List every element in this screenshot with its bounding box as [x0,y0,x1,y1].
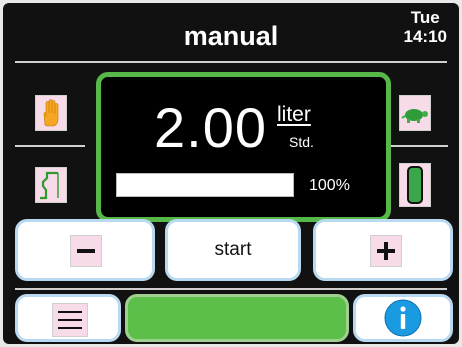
menu-icon [58,311,82,329]
ramp-profile-icon [40,171,59,200]
plus-icon [377,242,395,260]
progress-bar [116,173,294,197]
progress-label: 100% [309,177,350,194]
hand-icon [43,99,59,127]
minus-icon [77,249,95,253]
day-label: Tue [410,8,440,27]
mode-title: manual [183,21,279,51]
start-label: start [214,239,252,260]
profile-button[interactable] [35,167,67,203]
menu-button-face [52,303,88,337]
manual-mode-button[interactable] [35,95,67,131]
menu-button[interactable] [15,294,121,342]
right-side-divider [390,145,448,147]
turtle-icon [401,109,428,123]
decrease-button-face [70,235,102,267]
increase-button-face [370,235,402,267]
decrease-button[interactable] [15,219,155,281]
header-divider [15,61,447,63]
clock: Tue 14:10 [404,8,447,46]
info-button[interactable] [353,294,453,342]
info-icon [384,299,422,337]
speed-button[interactable] [399,95,431,131]
left-side-divider [15,145,85,147]
device-screen: manual Tue 14:10 2.00 liter Std. 100% st… [3,3,459,344]
unit-numerator: liter [277,103,311,126]
green-bar-icon [407,166,423,204]
progress-fill [117,174,293,196]
volume-value: 2.00 [154,96,267,159]
unit-denominator: Std. [289,134,314,150]
start-button[interactable]: start [165,219,301,281]
time-label: 14:10 [403,27,447,46]
increase-button[interactable] [313,219,453,281]
footer-divider [15,288,447,290]
level-button[interactable] [399,163,431,207]
dosing-display: 2.00 liter Std. 100% [96,72,391,222]
status-bar-button[interactable] [125,294,349,342]
